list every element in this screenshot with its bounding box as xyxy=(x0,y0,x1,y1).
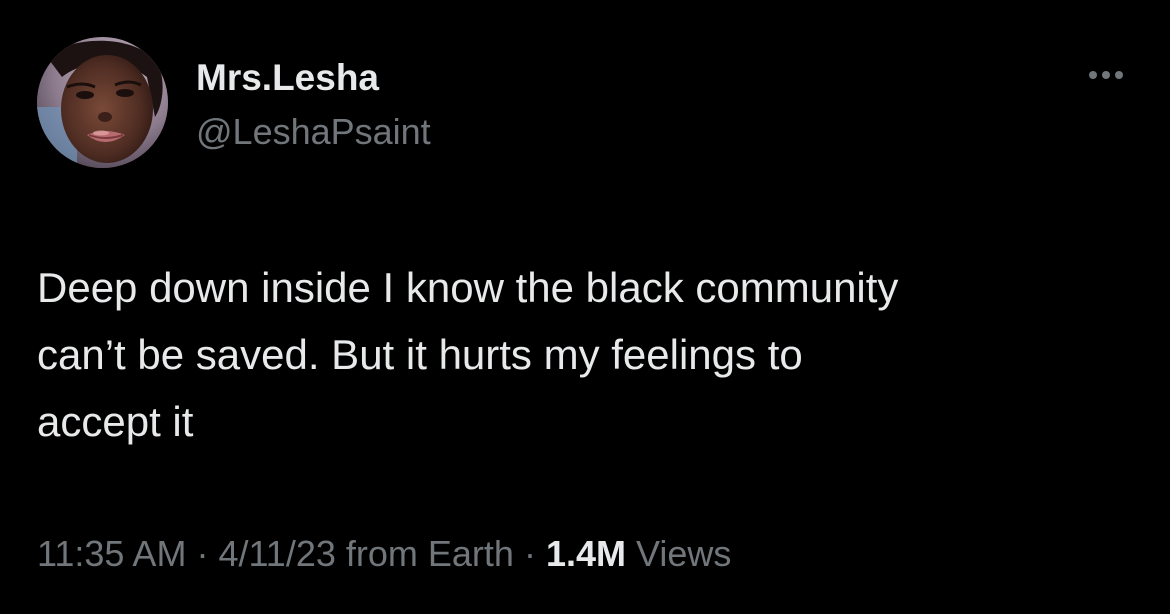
more-options-button[interactable] xyxy=(1076,60,1136,90)
tweet-time[interactable]: 11:35 AM xyxy=(37,533,186,574)
more-horizontal-icon-dot xyxy=(1115,71,1123,79)
tweet-source: from Earth xyxy=(335,533,514,574)
tweet-meta: 11:35 AM · 4/11/23 from Earth · 1.4M Vie… xyxy=(37,530,731,578)
avatar-image xyxy=(37,37,168,168)
views-label: Views xyxy=(626,533,732,574)
tweet-text-line: accept it xyxy=(37,398,194,445)
tweet-card: Mrs.Lesha @LeshaPsaint Deep down inside … xyxy=(0,0,1170,614)
tweet-date[interactable]: 4/11/23 xyxy=(218,533,335,574)
more-horizontal-icon xyxy=(1089,71,1097,79)
avatar[interactable] xyxy=(37,37,168,168)
meta-separator: · xyxy=(513,533,546,574)
user-handle[interactable]: @LeshaPsaint xyxy=(196,110,431,154)
meta-separator: · xyxy=(186,533,219,574)
tweet-text-line: can’t be saved. But it hurts my feelings… xyxy=(37,331,803,378)
display-name[interactable]: Mrs.Lesha xyxy=(196,56,379,100)
views-count[interactable]: 1.4M xyxy=(546,533,626,574)
tweet-text-line: Deep down inside I know the black commun… xyxy=(37,264,899,311)
tweet-text: Deep down inside I know the black commun… xyxy=(37,254,1137,455)
more-horizontal-icon-dot xyxy=(1102,71,1110,79)
